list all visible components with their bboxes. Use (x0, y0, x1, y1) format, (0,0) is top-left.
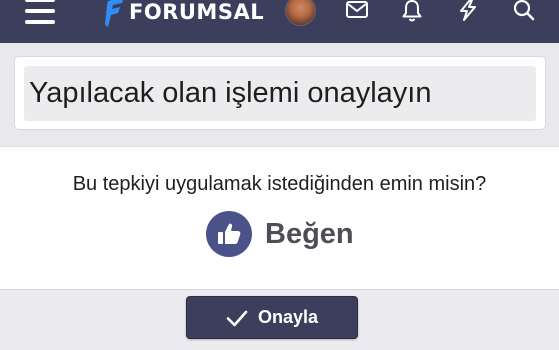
menu-icon[interactable] (25, 0, 57, 24)
logo-text: FORUMSAL (129, 0, 265, 24)
logo-f-icon (105, 0, 123, 27)
top-navigation-bar: FORUMSAL (0, 0, 559, 43)
search-icon[interactable] (511, 0, 537, 24)
bell-icon[interactable] (399, 0, 425, 24)
avatar[interactable] (286, 0, 315, 25)
confirmation-question: Bu tepkiyi uygulamak istediğinden emin m… (72, 173, 487, 195)
reaction-label: Beğen (265, 217, 354, 250)
form-footer: Onayla (0, 290, 559, 350)
reaction-preview: Beğen (206, 211, 354, 257)
confirm-button[interactable]: Onayla (186, 296, 358, 339)
page-title: Yapılacak olan işlemi onaylayın (29, 77, 432, 109)
checkmark-icon (226, 310, 248, 326)
confirm-button-label: Onayla (257, 307, 319, 327)
page-title-container: Yapılacak olan işlemi onaylayın (24, 66, 536, 121)
lightning-icon[interactable] (455, 0, 481, 24)
thumbs-up-icon (206, 211, 252, 257)
site-logo[interactable]: FORUMSAL (104, 0, 264, 28)
page-title-card: Yapılacak olan işlemi onaylayın (14, 56, 546, 130)
confirmation-panel: Bu tepkiyi uygulamak istediğinden emin m… (0, 146, 559, 290)
envelope-icon[interactable] (344, 0, 370, 24)
